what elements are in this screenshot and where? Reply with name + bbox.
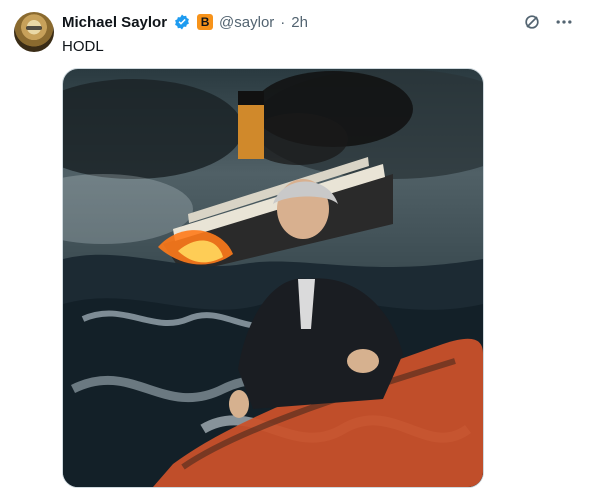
tweet-text: HODL: [62, 38, 104, 55]
more-icon[interactable]: [554, 12, 574, 32]
author-name[interactable]: Michael Saylor: [62, 14, 167, 31]
sinking-ship-illustration: [63, 69, 483, 487]
tweet-header: Michael Saylor B @saylor · 2h: [62, 12, 308, 32]
avatar[interactable]: [14, 12, 54, 52]
tweet-image[interactable]: [62, 68, 484, 488]
author-handle[interactable]: @saylor: [219, 14, 274, 31]
tweet[interactable]: Michael Saylor B @saylor · 2h HODL: [0, 0, 592, 488]
bitcoin-badge-icon: B: [197, 14, 214, 30]
tweet-actions: [522, 12, 574, 32]
grok-icon[interactable]: [522, 12, 542, 32]
verified-icon: [175, 14, 189, 30]
avatar-eyes: [26, 26, 42, 30]
separator-dot: ·: [280, 13, 286, 31]
timestamp[interactable]: 2h: [291, 14, 308, 31]
